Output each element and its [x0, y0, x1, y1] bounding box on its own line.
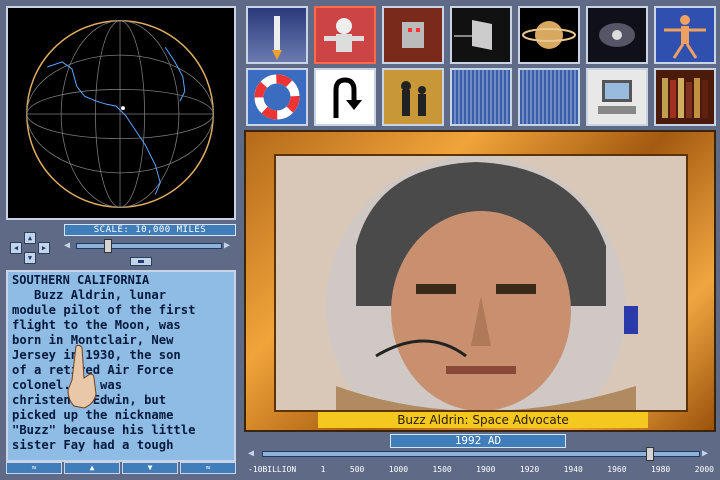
picture-frame: Buzz Aldrin: Space Advocate — [244, 130, 716, 432]
tile-chess[interactable] — [382, 68, 444, 126]
timeline-tick-labels: -10BILLION 1 500 1000 1500 1900 1920 194… — [246, 464, 716, 476]
galaxy-icon — [599, 23, 635, 47]
tick-label: 2000 — [694, 465, 714, 474]
text-scroll-bar: ≈ ▲ ▼ ≈ — [6, 462, 236, 474]
computer-icon — [598, 80, 636, 114]
article-text: Buzz Aldrin, lunar module pilot of the f… — [12, 288, 196, 452]
tile-galaxy[interactable] — [586, 6, 648, 64]
life-preserver-icon — [254, 74, 300, 120]
tick-label: 1960 — [607, 465, 627, 474]
center-mark-icon — [138, 260, 144, 263]
chess-pieces-icon — [401, 81, 426, 116]
pan-down-button[interactable]: ▼ — [24, 252, 36, 264]
tile-bookshelf[interactable] — [654, 68, 716, 126]
globe-icon — [26, 20, 214, 208]
saturn-icon — [522, 21, 576, 49]
astronaut-portrait-image — [276, 156, 686, 410]
u-turn-arrow-icon — [333, 77, 362, 118]
pan-up-button[interactable]: ▲ — [24, 232, 36, 244]
timeline-left-arrow-icon[interactable]: ◀ — [248, 449, 254, 459]
tile-empty-2[interactable] — [518, 68, 580, 126]
tile-empty-1[interactable] — [450, 68, 512, 126]
astronaut-spacewalk-icon — [324, 18, 364, 52]
timeline-slider-track[interactable] — [262, 451, 700, 457]
line-up-button[interactable]: ▲ — [64, 462, 120, 474]
vitruvian-man-icon — [664, 15, 706, 59]
tick-label: 1920 — [519, 465, 540, 474]
tile-robot[interactable] — [382, 6, 444, 64]
photo-viewer[interactable] — [274, 154, 688, 412]
tile-prism-light[interactable] — [450, 6, 512, 64]
tick-label: -10BILLION — [248, 465, 297, 474]
region-title: SOUTHERN CALIFORNIA — [12, 273, 150, 287]
page-down-button[interactable]: ≈ — [180, 462, 236, 474]
tile-astronaut-spacewalk[interactable] — [314, 6, 376, 64]
zoom-center-button[interactable] — [130, 257, 152, 266]
timeline-slider-thumb[interactable] — [646, 447, 654, 461]
tick-label: 1900 — [476, 465, 496, 474]
hand-pointer-icon — [67, 344, 97, 409]
page-up-button[interactable]: ≈ — [6, 462, 62, 474]
tick-label: 1980 — [650, 465, 671, 474]
photo-caption: Buzz Aldrin: Space Advocate — [318, 412, 648, 428]
prism-light-icon — [454, 20, 492, 50]
zoom-left-arrow-icon[interactable]: ◀ — [64, 241, 70, 251]
tick-label: 1500 — [432, 465, 452, 474]
info-text-panel[interactable]: SOUTHERN CALIFORNIA Buzz Aldrin, lunar m… — [6, 270, 236, 462]
tick-label: 1 — [320, 465, 326, 474]
robot-icon — [402, 22, 424, 48]
zoom-slider-track[interactable] — [76, 243, 222, 249]
bookshelf-icon — [662, 78, 708, 118]
map-scale-label: SCALE: 10,000 MILES — [64, 224, 236, 236]
line-down-button[interactable]: ▼ — [122, 462, 178, 474]
tick-label: 1000 — [388, 465, 409, 474]
zoom-slider-thumb[interactable] — [104, 239, 112, 253]
rocket-launch-icon — [272, 16, 282, 60]
tick-label: 1940 — [563, 465, 583, 474]
pan-right-button[interactable]: ▶ — [38, 242, 50, 254]
tile-life-preserver[interactable] — [246, 68, 308, 126]
tile-computer[interactable] — [586, 68, 648, 126]
tile-vitruvian-man[interactable] — [654, 6, 716, 64]
globe-view[interactable] — [6, 6, 236, 220]
zoom-right-arrow-icon[interactable]: ▶ — [224, 241, 230, 251]
tile-saturn[interactable] — [518, 6, 580, 64]
tile-u-turn[interactable] — [314, 68, 376, 126]
year-label: 1992 AD — [390, 434, 566, 448]
pan-left-button[interactable]: ◀ — [10, 242, 22, 254]
timeline-right-arrow-icon[interactable]: ▶ — [702, 449, 708, 459]
tile-rocket-launch[interactable] — [246, 6, 308, 64]
tick-label: 500 — [349, 465, 365, 474]
